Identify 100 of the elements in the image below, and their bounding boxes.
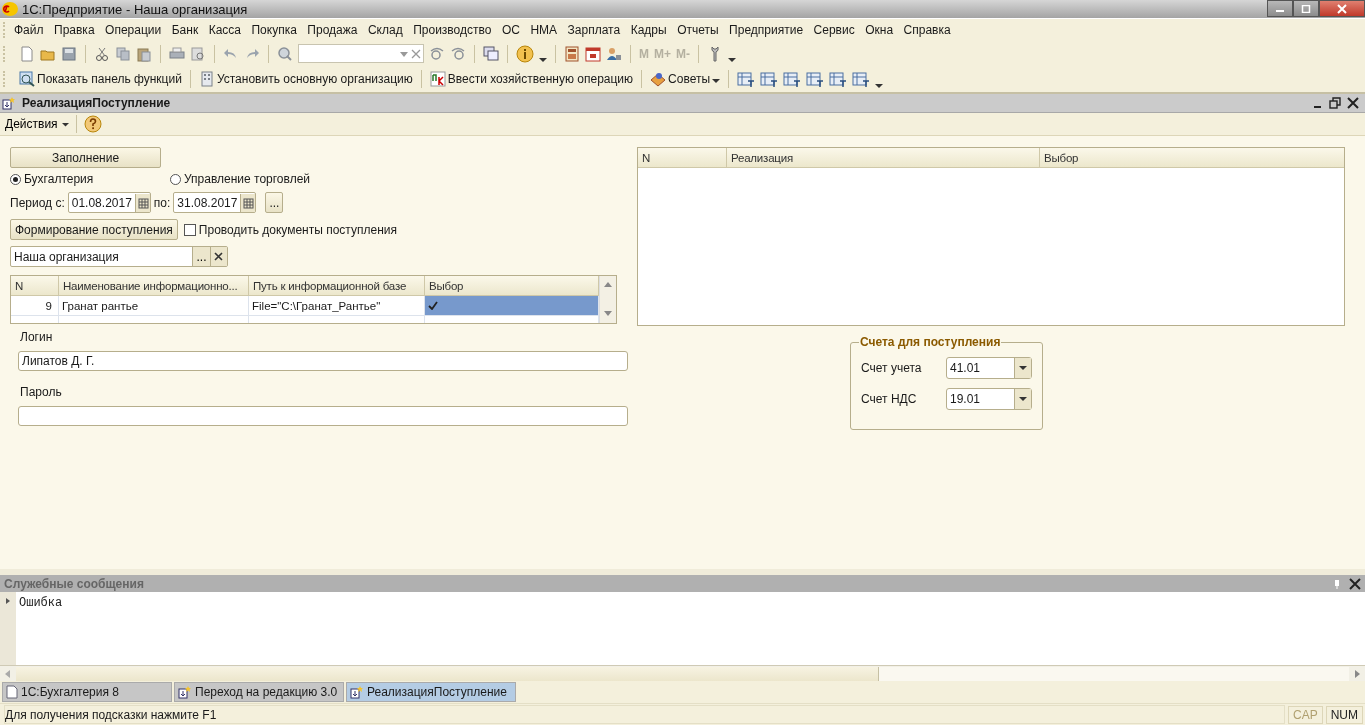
menu-item[interactable]: Касса bbox=[208, 23, 241, 37]
group-title: Счета для поступления bbox=[859, 335, 1002, 349]
field-label: Логин bbox=[20, 330, 54, 344]
toolbar-button[interactable]: Установить основную организацию bbox=[198, 71, 413, 87]
menu-item[interactable]: Правка bbox=[54, 23, 95, 37]
calendar-icon[interactable] bbox=[585, 45, 601, 62]
login-field[interactable]: Липатов Д. Г. bbox=[18, 351, 628, 371]
account-field[interactable]: 19.01 bbox=[946, 388, 1032, 410]
form-icon bbox=[350, 685, 364, 699]
search-icon[interactable] bbox=[277, 45, 293, 62]
window-tab[interactable]: 1С:Бухгалтерия 8 bbox=[2, 682, 172, 702]
column-header[interactable]: Путь к информационной базе bbox=[249, 276, 425, 295]
menu-item[interactable]: Сервис bbox=[813, 23, 855, 37]
menu-item[interactable]: Отчеты bbox=[677, 23, 719, 37]
column-header[interactable]: Выбор bbox=[1040, 148, 1344, 167]
organization-field[interactable]: Наша организация ... bbox=[10, 246, 228, 267]
close-icon[interactable] bbox=[1349, 577, 1361, 590]
fill-button[interactable]: Заполнение bbox=[10, 147, 161, 168]
clear-icon[interactable] bbox=[210, 247, 227, 266]
dropdown-icon[interactable] bbox=[1014, 389, 1031, 409]
column-header[interactable]: Реализация bbox=[727, 148, 1040, 167]
radio-button[interactable] bbox=[170, 173, 181, 185]
period-select-button[interactable]: ... bbox=[265, 192, 284, 213]
menu-item[interactable]: Кадры bbox=[630, 23, 667, 37]
close-icon bbox=[1336, 3, 1348, 14]
menu-item[interactable]: Продажа bbox=[307, 23, 358, 37]
toolbar-button[interactable]: Советы bbox=[650, 71, 721, 87]
scroll-up-icon[interactable] bbox=[604, 282, 612, 288]
window-tab[interactable]: Переход на редакцию 3.0 bbox=[174, 682, 344, 702]
menu-item[interactable]: Операции bbox=[105, 23, 162, 37]
menu-item[interactable]: Файл bbox=[14, 23, 44, 37]
restore-icon[interactable] bbox=[1329, 97, 1341, 109]
calendar-icon[interactable] bbox=[240, 193, 256, 212]
caret-icon[interactable] bbox=[728, 57, 736, 63]
date-field[interactable]: 31.08.2017 bbox=[173, 192, 257, 213]
dropdown-icon[interactable] bbox=[1014, 358, 1031, 378]
date-field[interactable]: 01.08.2017 bbox=[67, 192, 151, 213]
checkbox[interactable] bbox=[183, 223, 196, 236]
status-indicator: NUM bbox=[1325, 705, 1363, 724]
menu-item[interactable]: НМА bbox=[530, 23, 558, 37]
table-icon[interactable] bbox=[737, 71, 756, 87]
toolbar-button[interactable]: Показать панель функций bbox=[19, 71, 182, 87]
print-icon[interactable] bbox=[169, 45, 185, 62]
period-label: Период с: bbox=[10, 195, 65, 210]
window-title: 1С:Предприятие - Наша организация bbox=[22, 1, 248, 17]
caret-icon[interactable] bbox=[539, 57, 547, 63]
table-cell: Гранат рантье bbox=[59, 296, 249, 315]
cut-icon[interactable] bbox=[94, 45, 110, 62]
menu-item[interactable]: Справка bbox=[903, 23, 951, 37]
paste-icon[interactable] bbox=[136, 45, 152, 62]
document-title: РеализацияПоступление bbox=[22, 96, 171, 110]
info-icon[interactable] bbox=[516, 44, 534, 63]
create-receipts-button[interactable]: Формирование поступления bbox=[10, 219, 178, 240]
window-tab[interactable]: РеализацияПоступление bbox=[346, 682, 516, 702]
close-icon[interactable] bbox=[1347, 97, 1359, 109]
menu-item[interactable]: Покупка bbox=[251, 23, 297, 37]
account-field[interactable]: 41.01 bbox=[946, 357, 1032, 379]
calendar-icon[interactable] bbox=[134, 193, 150, 212]
caret-icon[interactable] bbox=[875, 83, 884, 89]
windows-icon[interactable] bbox=[483, 45, 499, 62]
menu-item[interactable]: Зарплата bbox=[567, 23, 621, 37]
menu-item[interactable]: Предприятие bbox=[729, 23, 804, 37]
horizontal-scrollbar[interactable] bbox=[0, 665, 1365, 681]
checkbox-label: Проводить документы поступления bbox=[198, 222, 397, 237]
form-icon bbox=[2, 96, 16, 110]
search-next-icon[interactable] bbox=[429, 45, 445, 62]
close-button[interactable] bbox=[1319, 0, 1365, 17]
search-previous-icon[interactable] bbox=[450, 45, 466, 62]
expand-icon[interactable] bbox=[5, 597, 11, 605]
status-indicator: CAP bbox=[1288, 705, 1323, 724]
column-header[interactable]: N bbox=[638, 148, 727, 167]
copy-icon[interactable] bbox=[115, 45, 131, 62]
table-cell[interactable] bbox=[425, 296, 599, 315]
password-field[interactable] bbox=[18, 406, 628, 426]
menu-item[interactable]: Окна bbox=[865, 23, 894, 37]
period-label: по: bbox=[153, 195, 171, 210]
actions-menu[interactable]: Действия bbox=[5, 117, 69, 131]
diamond-icon bbox=[650, 71, 667, 87]
field-label: Пароль bbox=[20, 385, 63, 399]
radio-button[interactable] bbox=[10, 173, 21, 185]
scroll-down-icon[interactable] bbox=[604, 311, 612, 317]
help-icon[interactable] bbox=[83, 115, 102, 133]
vertical-scrollbar[interactable] bbox=[599, 276, 616, 323]
save-icon[interactable] bbox=[61, 45, 77, 62]
radio-label: Бухгалтерия bbox=[24, 172, 94, 186]
column-header[interactable]: N bbox=[11, 276, 59, 295]
column-header[interactable]: Наименование информационно... bbox=[59, 276, 249, 295]
field-label: Счет учета bbox=[861, 361, 923, 375]
menu-item[interactable]: Склад bbox=[367, 23, 403, 37]
select-button[interactable]: ... bbox=[192, 247, 210, 266]
menu-item[interactable]: ОС bbox=[501, 23, 520, 37]
menu-item[interactable]: Банк bbox=[171, 23, 199, 37]
table-cell: 9 bbox=[11, 296, 59, 315]
maximize-button[interactable] bbox=[1293, 0, 1319, 17]
table-icon[interactable] bbox=[760, 71, 779, 87]
print-preview-icon[interactable] bbox=[190, 45, 206, 62]
calculator-icon[interactable] bbox=[564, 45, 580, 62]
minimize-button[interactable] bbox=[1267, 0, 1293, 17]
toolbar-button[interactable]: Ввести хозяйственную операцию bbox=[429, 71, 634, 87]
menu-item[interactable]: Производство bbox=[413, 23, 492, 37]
